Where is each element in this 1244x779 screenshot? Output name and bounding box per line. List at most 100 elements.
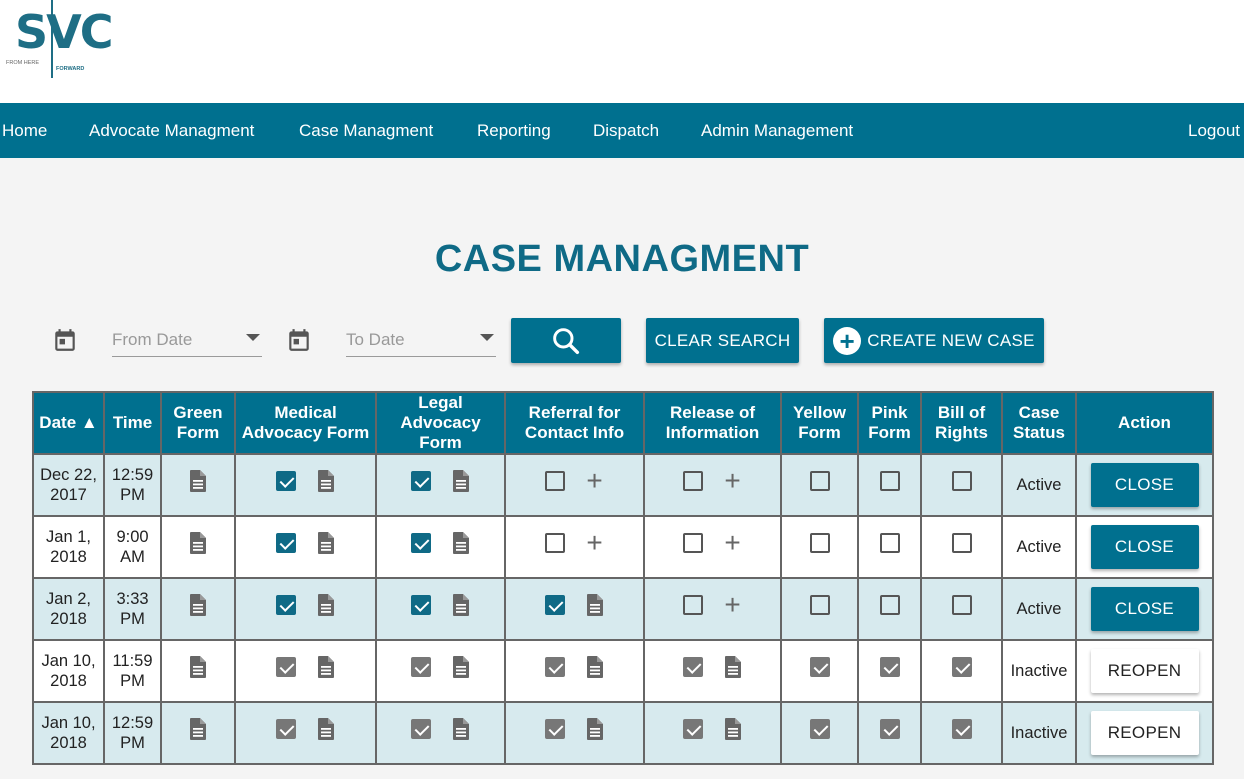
pink-checkbox[interactable] <box>879 470 900 491</box>
col-header-action: Action <box>1075 391 1214 455</box>
to-date-field[interactable] <box>346 322 496 357</box>
yellow-checkbox <box>809 718 830 739</box>
document-icon[interactable] <box>188 469 208 493</box>
referral-checkbox[interactable] <box>544 594 565 615</box>
referral-checkbox <box>544 656 565 677</box>
cell-time: 12:59 PM <box>103 701 162 765</box>
document-icon[interactable] <box>585 655 605 679</box>
col-header-case-status: Case Status <box>1001 391 1077 455</box>
create-new-case-button[interactable]: + CREATE NEW CASE <box>824 318 1044 363</box>
document-icon[interactable] <box>316 531 336 555</box>
document-icon[interactable] <box>188 655 208 679</box>
document-icon[interactable] <box>316 469 336 493</box>
main-nav: Home Advocate Managment Case Managment R… <box>0 103 1244 158</box>
cases-table: Date ▲ Time Green Form Medical Advocacy Fo… <box>32 391 1214 765</box>
legal-checkbox[interactable] <box>410 532 431 553</box>
pink-checkbox[interactable] <box>879 532 900 553</box>
cell-green-form <box>160 701 236 765</box>
document-icon[interactable] <box>451 655 471 679</box>
to-date-input[interactable] <box>346 330 466 350</box>
close-button[interactable]: CLOSE <box>1090 587 1199 631</box>
document-icon[interactable] <box>316 593 336 617</box>
bill-checkbox[interactable] <box>951 470 972 491</box>
calendar-icon[interactable] <box>286 327 312 353</box>
close-button[interactable]: CLOSE <box>1090 463 1199 507</box>
bill-checkbox[interactable] <box>951 532 972 553</box>
document-icon[interactable] <box>188 593 208 617</box>
pink-checkbox[interactable] <box>879 594 900 615</box>
referral-checkbox[interactable] <box>544 532 565 553</box>
legal-checkbox[interactable] <box>410 594 431 615</box>
add-icon[interactable]: + <box>723 528 743 556</box>
search-button[interactable] <box>511 318 621 363</box>
logo-tagline-right: FORWARD <box>56 66 85 72</box>
document-icon[interactable] <box>188 531 208 555</box>
cell-case-status: Inactive <box>1001 701 1077 765</box>
col-header-time[interactable]: Time <box>103 391 162 455</box>
release-checkbox[interactable] <box>682 470 703 491</box>
close-button[interactable]: CLOSE <box>1090 525 1199 569</box>
reopen-button[interactable]: REOPEN <box>1090 649 1199 693</box>
medical-checkbox[interactable] <box>275 594 296 615</box>
legal-checkbox[interactable] <box>410 470 431 491</box>
chevron-down-icon[interactable] <box>480 334 494 341</box>
calendar-icon[interactable] <box>52 327 78 353</box>
document-icon[interactable] <box>451 593 471 617</box>
bill-checkbox[interactable] <box>951 594 972 615</box>
add-icon[interactable]: + <box>723 590 743 618</box>
cell-date: Jan 10, 2018 <box>32 639 105 703</box>
document-icon[interactable] <box>585 717 605 741</box>
cell-pink-form <box>857 515 922 579</box>
cell-medical-form <box>234 577 377 641</box>
document-icon[interactable] <box>723 717 743 741</box>
cell-yellow-form <box>780 515 859 579</box>
svc-logo[interactable]: SVC FROM HERE FORWARD <box>6 0 126 80</box>
nav-case-managment[interactable]: Case Managment <box>299 103 433 158</box>
bill-checkbox <box>951 718 972 739</box>
col-header-medical-advocacy-form: Medical Advocacy Form <box>234 391 377 455</box>
add-icon[interactable]: + <box>723 466 743 494</box>
cell-date: Jan 1, 2018 <box>32 515 105 579</box>
from-date-input[interactable] <box>112 330 232 350</box>
release-checkbox <box>682 718 703 739</box>
nav-logout[interactable]: Logout <box>1188 103 1240 158</box>
cell-time: 3:33 PM <box>103 577 162 641</box>
nav-home[interactable]: Home <box>2 103 47 158</box>
document-icon[interactable] <box>451 469 471 493</box>
yellow-checkbox[interactable] <box>809 470 830 491</box>
document-icon[interactable] <box>188 717 208 741</box>
search-icon <box>553 327 580 354</box>
col-header-date[interactable]: Date ▲ <box>32 391 105 455</box>
clear-search-button[interactable]: CLEAR SEARCH <box>646 318 799 363</box>
document-icon[interactable] <box>451 717 471 741</box>
document-icon[interactable] <box>451 531 471 555</box>
release-checkbox[interactable] <box>682 532 703 553</box>
cell-case-status: Active <box>1001 577 1077 641</box>
nav-advocate-managment[interactable]: Advocate Managment <box>89 103 254 158</box>
referral-checkbox[interactable] <box>544 470 565 491</box>
yellow-checkbox[interactable] <box>809 594 830 615</box>
nav-dispatch[interactable]: Dispatch <box>593 103 659 158</box>
cell-release <box>643 701 782 765</box>
yellow-checkbox[interactable] <box>809 532 830 553</box>
chevron-down-icon[interactable] <box>246 334 260 341</box>
add-icon[interactable]: + <box>585 466 605 494</box>
nav-reporting[interactable]: Reporting <box>477 103 551 158</box>
from-date-field[interactable] <box>112 322 262 357</box>
cell-release: + <box>643 515 782 579</box>
cell-bill-of-rights <box>920 453 1003 517</box>
cell-action: REOPEN <box>1075 639 1214 703</box>
nav-admin-management[interactable]: Admin Management <box>701 103 853 158</box>
cell-legal-form <box>375 639 506 703</box>
document-icon[interactable] <box>723 655 743 679</box>
medical-checkbox[interactable] <box>275 470 296 491</box>
document-icon[interactable] <box>585 593 605 617</box>
medical-checkbox[interactable] <box>275 532 296 553</box>
legal-checkbox <box>410 718 431 739</box>
release-checkbox[interactable] <box>682 594 703 615</box>
add-icon[interactable]: + <box>585 528 605 556</box>
document-icon[interactable] <box>316 717 336 741</box>
cell-date: Jan 10, 2018 <box>32 701 105 765</box>
document-icon[interactable] <box>316 655 336 679</box>
reopen-button[interactable]: REOPEN <box>1090 711 1199 755</box>
